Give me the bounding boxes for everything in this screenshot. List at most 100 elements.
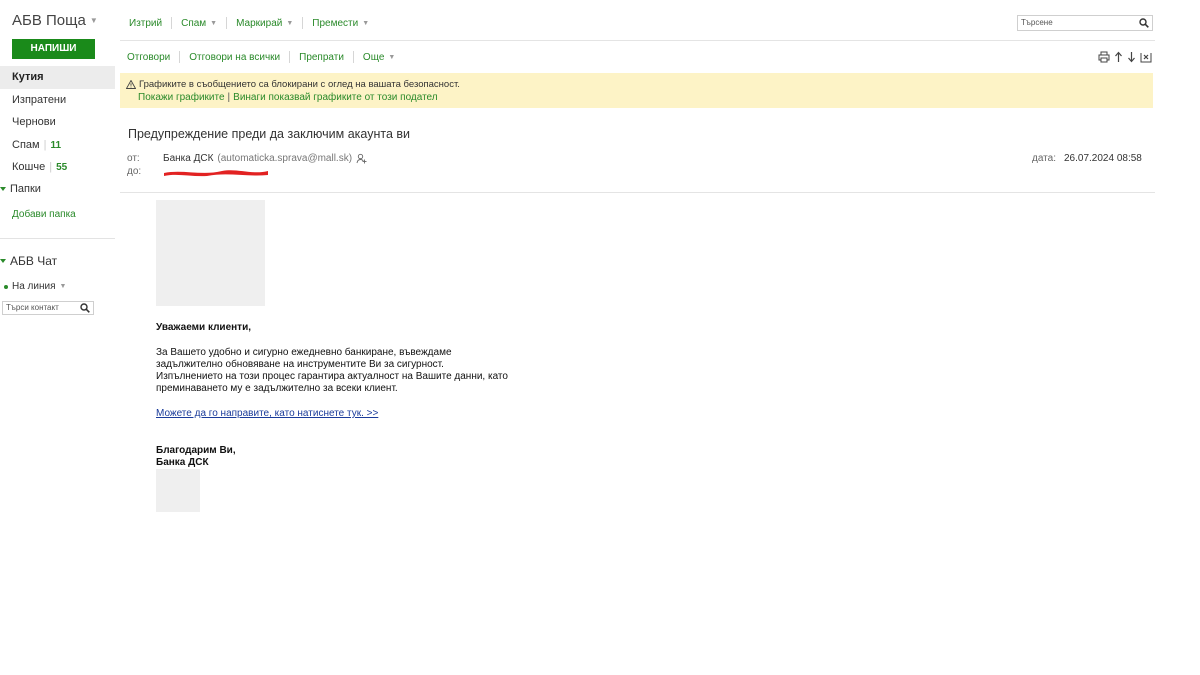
divider: | (43, 138, 47, 151)
reply-all-label: Отговори на всички (189, 51, 281, 63)
search-icon[interactable] (80, 303, 90, 313)
close-message-icon[interactable] (1140, 51, 1152, 63)
divider: | (227, 92, 231, 103)
chevron-down-icon: ▼ (388, 53, 396, 61)
message-actions (1098, 51, 1152, 63)
signature-line: Банка ДСК (156, 457, 209, 468)
reply-all-button[interactable]: Отговори на всички (189, 52, 280, 63)
show-images-link[interactable]: Покажи графиките (138, 92, 225, 103)
divider (352, 51, 354, 63)
expand-triangle-icon (0, 259, 6, 263)
chevron-down-icon: ▼ (210, 19, 218, 27)
date-label: дата: (1032, 153, 1056, 164)
delete-label: Изтрий (129, 17, 163, 29)
mark-label: Маркирай (236, 17, 283, 29)
from-label: от: (127, 153, 140, 164)
body-line: задължително обновяване на инструментите… (156, 359, 444, 370)
message-date: 26.07.2024 08:58 (1064, 153, 1142, 164)
nav-item-sent[interactable]: Изпратени (0, 89, 115, 112)
sender: Банка ДСК (automaticka.sprava@mall.sk) (163, 153, 367, 164)
more-label: Още (362, 51, 385, 63)
add-contact-icon[interactable] (356, 153, 367, 164)
sender-address: (automaticka.sprava@mall.sk) (217, 153, 353, 164)
nav-item-label: Спам (12, 138, 40, 151)
expand-triangle-icon (0, 187, 6, 191)
forward-button[interactable]: Препрати (299, 52, 344, 63)
body-line: преминаването му е задължително за всеки… (156, 383, 398, 394)
divider (171, 17, 173, 29)
online-dot-icon (4, 284, 8, 289)
status-selector[interactable]: На линия ▼ (4, 281, 66, 292)
unread-count: 55 (56, 162, 68, 173)
alert-actions: Покажи графиките | Винаги показвай графики… (138, 92, 438, 103)
nav-item-spam[interactable]: Спам | 11 (0, 134, 115, 157)
move-label: Премести (312, 17, 359, 29)
divider: | (49, 161, 53, 173)
search-icon[interactable] (1139, 18, 1149, 28)
divider (120, 192, 1155, 193)
nav-item-inbox[interactable]: Кутия (0, 66, 115, 89)
body-line: За Вашето удобно и сигурно ежедневно бан… (156, 347, 452, 358)
nav-item-label: Чернови (12, 116, 56, 128)
more-button[interactable]: Още ▼ (363, 52, 395, 63)
nav-item-trash[interactable]: Кошче | 55 (0, 156, 115, 179)
warning-icon (126, 80, 136, 89)
app-logo[interactable]: АБВ Поща ▼ (12, 12, 98, 29)
blocked-image-placeholder (156, 200, 265, 306)
alert-text: Графиките в съобщението са блокирани с о… (139, 79, 460, 90)
compose-button[interactable]: НАПИШИ (12, 39, 95, 59)
delete-button[interactable]: Изтрий (129, 18, 162, 29)
spam-button[interactable]: Спам ▼ (181, 18, 217, 29)
divider (0, 238, 115, 239)
message-subject: Предупреждение преди да заключим акаунта… (128, 127, 411, 141)
reply-label: Отговори (127, 51, 171, 63)
chevron-down-icon: ▼ (89, 16, 98, 25)
nav-item-label: Кошче (12, 161, 46, 173)
reply-toolbar: Отговори Отговори на всички Препрати Още… (120, 48, 395, 66)
blocked-image-placeholder (156, 469, 200, 512)
folders-label: Папки (10, 183, 41, 195)
body-line: Изпълнението на този процес гарантира ак… (156, 371, 508, 382)
redacted-recipient (164, 170, 268, 177)
nav-item-label: Изпратени (12, 93, 67, 106)
chat-title: АБВ Чат (10, 254, 58, 268)
signature-line: Благодарим Ви, (156, 445, 236, 456)
forward-label: Препрати (299, 51, 344, 63)
folders-toggle[interactable]: Папки (0, 183, 41, 195)
arrow-down-icon[interactable] (1127, 51, 1136, 63)
folder-nav: Кутия Изпратени Чернови Спам | 11 Кошче | 55 (0, 66, 115, 179)
divider (289, 51, 291, 63)
search-placeholder: Търсене (1021, 18, 1053, 27)
message-toolbar: Изтрий Спам ▼ Маркирай ▼ Премести ▼ (120, 14, 369, 32)
print-icon[interactable] (1098, 51, 1110, 63)
divider (120, 40, 1155, 41)
nav-item-drafts[interactable]: Чернови (0, 111, 115, 134)
chevron-down-icon: ▼ (362, 19, 370, 27)
body-greeting: Уважаеми клиенти, (156, 322, 251, 333)
images-blocked-alert: Графиките в съобщението са блокирани с о… (120, 73, 1153, 108)
unread-count: 11 (50, 139, 62, 151)
to-label: до: (127, 166, 142, 177)
app-title: АБВ Поща (12, 12, 86, 29)
divider (226, 17, 228, 29)
spam-label: Спам (181, 17, 207, 29)
sender-name: Банка ДСК (163, 153, 214, 164)
phishing-link[interactable]: Можете да го направите, като натиснете т… (156, 408, 378, 419)
main-panel: Изтрий Спам ▼ Маркирай ▼ Премести ▼ Търсене… (120, 0, 1155, 675)
arrow-up-icon[interactable] (1114, 51, 1123, 63)
sidebar: АБВ Поща ▼ НАПИШИ Кутия Изпратени Чернов… (0, 0, 115, 675)
add-folder-link[interactable]: Добави папка (12, 209, 76, 220)
chevron-down-icon: ▼ (59, 283, 67, 290)
search-input[interactable]: Търсене (1017, 15, 1153, 31)
reply-button[interactable]: Отговори (127, 52, 170, 63)
divider (302, 17, 304, 29)
mark-button[interactable]: Маркирай ▼ (236, 18, 293, 29)
chat-toggle[interactable]: АБВ Чат (0, 254, 57, 268)
chevron-down-icon: ▼ (286, 19, 294, 27)
status-label: На линия (12, 281, 56, 292)
always-show-images-link[interactable]: Винаги показвай графиките от този подате… (233, 92, 437, 103)
alert-message: Графиките в съобщението са блокирани с о… (126, 79, 460, 90)
divider (179, 51, 181, 63)
move-button[interactable]: Премести ▼ (312, 18, 369, 29)
nav-item-label: Кутия (12, 71, 44, 83)
